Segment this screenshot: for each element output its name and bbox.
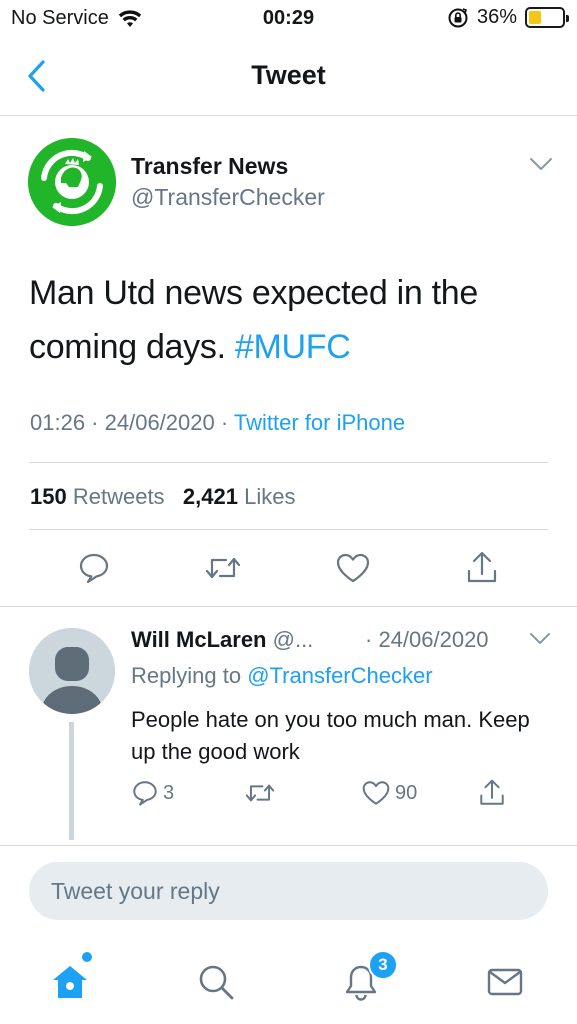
replying-to: Replying to @TransferChecker (131, 663, 433, 689)
retweet-button[interactable] (203, 548, 243, 588)
author-avatar[interactable] (28, 138, 116, 226)
share-button[interactable] (462, 548, 502, 588)
reply-retweet-button[interactable] (244, 776, 276, 810)
likes-stat[interactable]: 2,421 Likes (183, 484, 296, 509)
retweets-stat[interactable]: 150 Retweets (30, 484, 165, 509)
reply-tweet[interactable]: Will McLaren @... · 24/06/2020 Replying … (0, 608, 577, 846)
compose-placeholder: Tweet your reply (51, 877, 220, 904)
default-profile-icon (29, 628, 115, 714)
like-icon (336, 553, 370, 583)
tweet-text: Man Utd news expected in the coming days… (29, 266, 549, 374)
reply-compose-input[interactable]: Tweet your reply (29, 862, 548, 920)
divider (29, 462, 548, 463)
tab-home[interactable] (46, 958, 94, 1006)
hashtag-link[interactable]: #MUFC (235, 328, 351, 366)
reply-options-button[interactable] (529, 632, 551, 650)
share-icon (480, 779, 504, 805)
retweet-icon (245, 784, 275, 802)
reply-button[interactable] (74, 548, 114, 588)
status-bar: No Service 00:29 36% (0, 0, 577, 38)
tweet-stats: 150 Retweets 2,421 Likes (30, 484, 295, 510)
home-icon (53, 966, 87, 998)
reply-like-count: 90 (395, 781, 418, 804)
retweet-count: 150 (30, 484, 67, 509)
tweet-source-link[interactable]: Twitter for iPhone (234, 410, 405, 435)
share-icon (467, 551, 497, 583)
reply-author-handle[interactable]: @... (273, 627, 314, 652)
messages-icon (487, 968, 523, 996)
battery-percent: 36% (476, 6, 517, 28)
reply-icon (79, 553, 109, 584)
rotation-lock-icon (448, 7, 468, 27)
reply-text: People hate on you too much man. Keep up… (131, 707, 530, 764)
reply-author-name[interactable]: Will McLaren (131, 627, 267, 652)
reply-reply-button[interactable]: 3 (131, 776, 174, 810)
replying-to-handle[interactable]: @TransferChecker (247, 663, 432, 688)
reply-header: Will McLaren @... (131, 627, 313, 653)
author-name[interactable]: Transfer News (131, 153, 288, 180)
reply-like-button[interactable]: 90 (361, 776, 417, 810)
tab-search[interactable] (192, 958, 240, 1006)
nav-bar: Tweet (0, 40, 577, 116)
divider (29, 529, 548, 530)
chevron-down-icon (530, 158, 552, 170)
retweet-label: Retweets (72, 484, 165, 509)
notification-badge: 3 (368, 950, 398, 980)
author-handle[interactable]: @TransferChecker (131, 184, 325, 211)
like-button[interactable] (333, 548, 373, 588)
chevron-down-icon (530, 633, 550, 644)
status-right: 36% (447, 6, 569, 29)
tab-messages[interactable] (481, 958, 529, 1006)
page-title: Tweet (251, 60, 326, 90)
reply-avatar[interactable] (29, 628, 115, 714)
search-icon (199, 965, 234, 1000)
reply-reply-count: 3 (163, 781, 175, 804)
battery-icon (525, 7, 569, 28)
reply-date: · 24/06/2020 (365, 627, 489, 652)
tab-bar: 3 (0, 938, 577, 1024)
like-label: Likes (244, 484, 296, 509)
tweet-time: 01:26 (30, 410, 86, 435)
like-icon (362, 781, 390, 805)
main-tweet: Transfer News @TransferChecker Man Utd n… (0, 117, 577, 607)
tweet-meta: 01:26 · 24/06/2020 · Twitter for iPhone (30, 410, 406, 435)
tweet-options-button[interactable] (529, 157, 553, 176)
reply-share-button[interactable] (478, 776, 506, 810)
tweet-actions (0, 548, 577, 588)
retweet-icon (205, 557, 241, 579)
replying-to-label: Replying to (131, 663, 242, 688)
like-count: 2,421 (182, 484, 238, 509)
battery-level (529, 11, 541, 24)
premier-league-lion-logo (28, 138, 116, 226)
reply-icon (133, 781, 157, 806)
reply-actions: 3 90 (0, 776, 577, 810)
tweet-date: 24/06/2020 (104, 410, 215, 435)
